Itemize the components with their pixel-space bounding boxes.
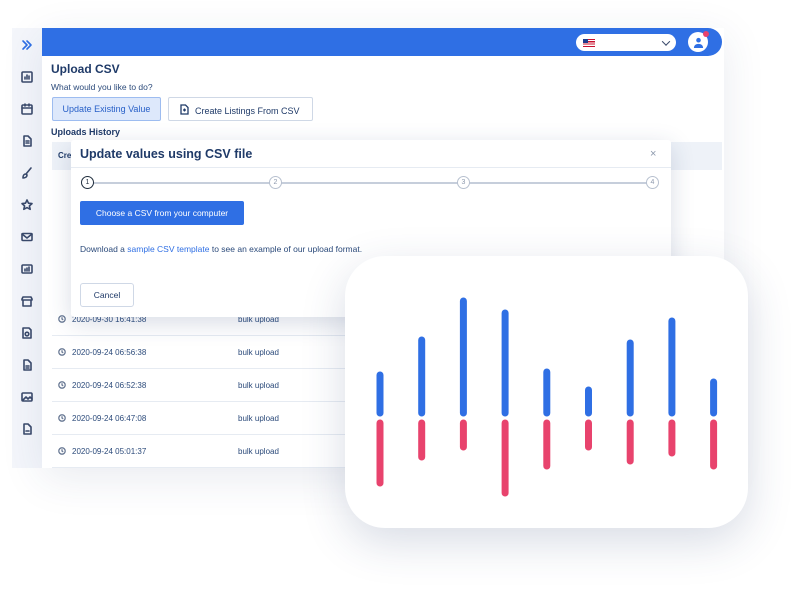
row-date: 2020-09-24 06:47:08	[72, 414, 147, 423]
stepper-track	[89, 182, 653, 184]
modal-divider	[71, 167, 671, 168]
action-prompt: What would you like to do?	[51, 82, 153, 92]
chart-card	[345, 256, 748, 528]
chevron-down-icon	[661, 36, 671, 46]
clock-icon	[58, 315, 66, 323]
modal-title: Update values using CSV file	[80, 147, 253, 161]
column-header-created: Cre	[58, 151, 72, 160]
update-existing-value-label: Update Existing Value	[62, 104, 151, 114]
choose-csv-button[interactable]: Choose a CSV from your computer	[80, 201, 244, 225]
dashboard-icon[interactable]	[20, 70, 34, 84]
mail-icon[interactable]	[20, 230, 34, 244]
analytics-icon[interactable]	[20, 262, 34, 276]
row-type: bulk upload	[238, 381, 279, 390]
step-3: 3	[457, 176, 470, 189]
star-icon[interactable]	[20, 198, 34, 212]
row-date: 2020-09-24 05:01:37	[72, 447, 147, 456]
create-listings-label: Create Listings From CSV	[195, 106, 300, 116]
sidebar-rail	[12, 28, 42, 468]
cancel-button[interactable]: Cancel	[80, 283, 134, 307]
calendar-icon[interactable]	[20, 102, 34, 116]
clock-icon	[58, 381, 66, 389]
row-date: 2020-09-24 06:52:38	[72, 381, 147, 390]
user-icon	[693, 37, 703, 48]
language-select[interactable]	[576, 34, 676, 51]
download-hint: Download a sample CSV template to see an…	[80, 244, 362, 254]
brush-icon[interactable]	[20, 166, 34, 180]
uploads-history-title: Uploads History	[51, 127, 121, 137]
create-listings-button[interactable]: Create Listings From CSV	[168, 97, 313, 121]
report-icon[interactable]	[20, 422, 34, 436]
image-icon[interactable]	[20, 390, 34, 404]
avatar[interactable]	[688, 31, 709, 52]
us-flag-icon	[583, 38, 595, 47]
sample-csv-link[interactable]: sample CSV template	[127, 244, 209, 254]
file-add-icon	[180, 104, 189, 115]
cancel-label: Cancel	[93, 290, 121, 300]
download-prefix: Download a	[80, 244, 128, 254]
notification-dot	[703, 31, 709, 37]
row-type: bulk upload	[238, 414, 279, 423]
step-1: 1	[81, 176, 94, 189]
file-icon[interactable]	[20, 358, 34, 372]
step-2: 2	[269, 176, 282, 189]
page-title: Upload CSV	[51, 62, 120, 76]
top-bar	[42, 28, 722, 56]
store-icon[interactable]	[20, 294, 34, 308]
row-type: bulk upload	[238, 447, 279, 456]
clock-icon	[58, 348, 66, 356]
step-4: 4	[646, 176, 659, 189]
update-existing-value-button[interactable]: Update Existing Value	[52, 97, 161, 121]
clock-icon	[58, 447, 66, 455]
choose-csv-label: Choose a CSV from your computer	[95, 208, 229, 218]
row-type: bulk upload	[238, 348, 279, 357]
document-icon[interactable]	[20, 134, 34, 148]
expand-chevrons-icon[interactable]	[20, 38, 34, 52]
row-date: 2020-09-24 06:56:38	[72, 348, 147, 357]
search-document-icon[interactable]	[20, 326, 34, 340]
bar-chart	[376, 297, 718, 497]
clock-icon	[58, 414, 66, 422]
close-icon[interactable]: ×	[650, 148, 656, 160]
download-suffix: to see an example of our upload format.	[209, 244, 363, 254]
